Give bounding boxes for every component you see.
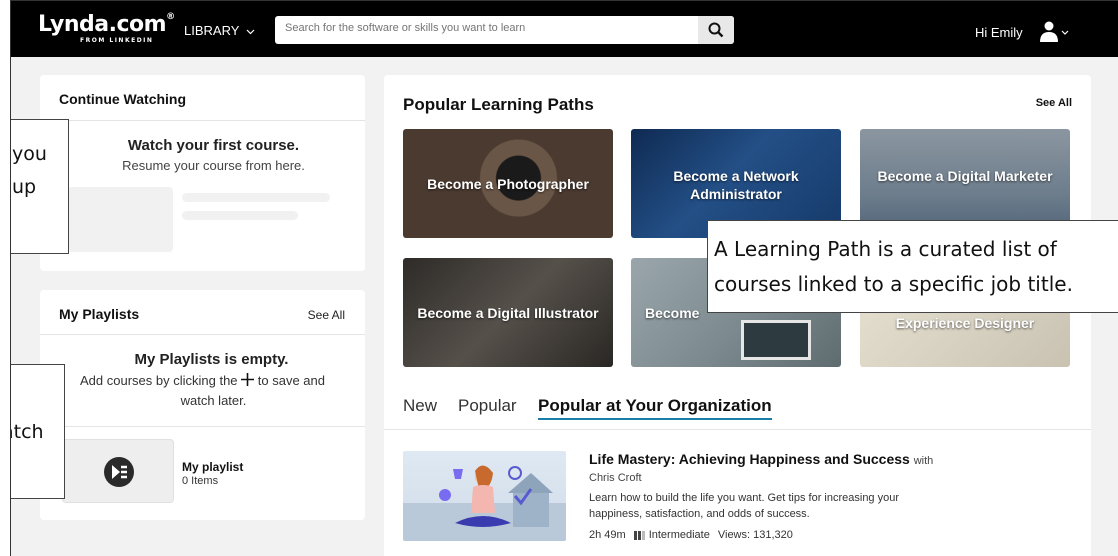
course-views: Views: 131,320 — [717, 529, 793, 541]
course-level: Intermediate — [648, 529, 710, 541]
callout-text: courses linked to a specific job title. — [714, 272, 1073, 296]
divider — [40, 120, 365, 121]
app-window: Lynda.com® FROM LINKEDIN LIBRARY Hi Emil… — [10, 0, 1118, 556]
empty-text-part1: Add courses by clicking the — [80, 373, 238, 388]
divider — [40, 426, 365, 427]
course-title[interactable]: Life Mastery: Achieving Happiness and Su… — [589, 451, 910, 467]
playlists-empty-title: My Playlists is empty. — [134, 351, 289, 368]
user-avatar-icon — [1040, 21, 1069, 42]
lynda-logo[interactable]: Lynda.com® FROM LINKEDIN — [38, 12, 175, 44]
path-label: Become a Digital Illustrator — [417, 304, 599, 321]
plus-icon — [241, 373, 255, 386]
playlist-icon — [104, 457, 134, 487]
playlists-title: My Playlists — [59, 306, 140, 322]
empty-text-part2: to save and — [257, 373, 325, 388]
tab-new[interactable]: New — [403, 396, 437, 416]
playlists-empty-text-line2: watch later. — [180, 393, 247, 408]
course-with: with — [913, 455, 934, 467]
monitor-illustration — [741, 320, 811, 360]
path-label: Become a Photographer — [427, 175, 589, 192]
playlists-see-all-link[interactable]: See All — [308, 308, 345, 322]
callout-text: you — [12, 143, 47, 165]
logo-text: Lynda.com — [38, 12, 167, 37]
course-duration: 2h 49m — [589, 529, 626, 541]
meditation-illustration — [403, 465, 566, 541]
chevron-down-icon — [246, 29, 255, 35]
playlist-count: 0 Items — [182, 475, 219, 487]
level-bars-icon — [633, 530, 645, 540]
empty-headline: Watch your first course. — [127, 137, 300, 154]
course-description-2: happiness, satisfaction, and odds of suc… — [589, 508, 810, 520]
empty-subline: Resume your course from here. — [122, 158, 305, 173]
search-button[interactable] — [698, 16, 734, 44]
course-author[interactable]: Chris Croft — [589, 472, 642, 484]
tab-popular-at-organization[interactable]: Popular at Your Organization — [538, 396, 772, 420]
search-icon — [708, 22, 724, 38]
callout-text: up — [12, 176, 37, 198]
continue-watching-card: Continue Watching Watch your first cours… — [40, 75, 365, 271]
user-greeting: Hi Emily — [975, 25, 1023, 40]
callout-text: atch — [11, 421, 44, 443]
callout-playlists: atch — [11, 364, 65, 499]
my-playlists-card: My Playlists See All My Playlists is emp… — [40, 290, 365, 520]
learning-paths-see-all-link[interactable]: See All — [1036, 97, 1072, 109]
playlist-name[interactable]: My playlist — [182, 460, 243, 474]
path-card-digital-illustrator[interactable]: Become a Digital Illustrator — [403, 258, 613, 367]
placeholder-line — [182, 193, 330, 202]
playlists-empty-text: Add courses by clicking the to save and — [40, 373, 365, 388]
search-bar — [275, 16, 734, 44]
library-menu[interactable]: LIBRARY — [184, 23, 255, 38]
learning-paths-title: Popular Learning Paths — [403, 95, 594, 114]
placeholder-line — [182, 211, 298, 220]
course-meta: 2h 49m Intermediate Views: 131,320 — [589, 529, 793, 541]
user-menu[interactable] — [1039, 21, 1071, 48]
continue-watching-title: Continue Watching — [59, 91, 187, 107]
logo-registered-mark: ® — [166, 12, 175, 22]
course-thumbnail[interactable] — [403, 451, 566, 541]
course-description-1: Learn how to build the life you want. Ge… — [589, 492, 900, 504]
library-label: LIBRARY — [184, 23, 240, 38]
divider — [40, 334, 365, 335]
playlist-item[interactable] — [62, 439, 174, 503]
path-card-photographer[interactable]: Become a Photographer — [403, 129, 613, 238]
top-nav-bar: Lynda.com® FROM LINKEDIN LIBRARY Hi Emil… — [11, 1, 1118, 57]
callout-learning-path: A Learning Path is a curated list of cou… — [707, 220, 1118, 313]
callout-text: A Learning Path is a curated list of — [714, 237, 1057, 261]
logo-subtitle: FROM LINKEDIN — [80, 37, 154, 44]
placeholder-thumbnail — [68, 187, 173, 252]
course-title-line: Life Mastery: Achieving Happiness and Su… — [589, 451, 933, 467]
learning-paths-card: Popular Learning Paths See All Become a … — [384, 75, 1091, 556]
divider — [384, 429, 1091, 430]
search-input[interactable] — [285, 22, 685, 34]
tab-popular[interactable]: Popular — [458, 396, 517, 416]
callout-continue-watching: you up — [11, 119, 69, 254]
